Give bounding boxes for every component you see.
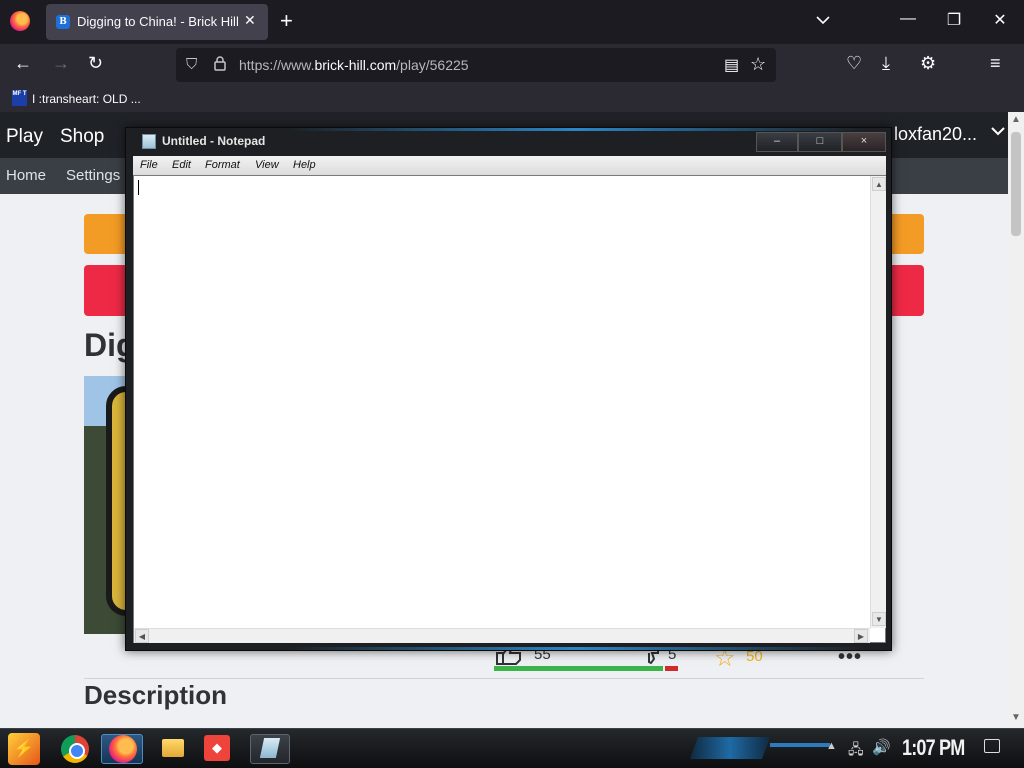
scroll-left-arrow-icon[interactable]: ◀ [135, 629, 149, 643]
tray-overflow-icon[interactable]: ▲ [826, 740, 837, 752]
notepad-maximize-button[interactable]: □ [798, 132, 842, 152]
notepad-window[interactable]: Untitled - Notepad – □ × File Edit Forma… [125, 127, 892, 651]
nav-shop-link[interactable]: Shop [60, 126, 104, 148]
taskbar-decoration [690, 737, 770, 759]
action-center-icon[interactable] [984, 739, 1000, 753]
menu-edit[interactable]: Edit [172, 159, 191, 171]
scroll-down-arrow-icon[interactable]: ▼ [1008, 712, 1024, 723]
extensions-icon[interactable]: ⚙ [920, 53, 936, 74]
nav-play-link[interactable]: Play [6, 126, 43, 148]
firefox-logo-icon[interactable] [10, 11, 30, 31]
forward-button[interactable]: → [52, 53, 70, 74]
file-explorer-icon[interactable] [162, 739, 184, 757]
window-glow [286, 128, 866, 131]
tab-bar: B Digging to China! - Brick Hill ✕ + — ❐… [0, 0, 1024, 44]
lock-icon[interactable] [214, 56, 226, 76]
bookmark-star-icon[interactable]: ☆ [750, 54, 766, 75]
notepad-title: Untitled - Notepad [162, 134, 266, 148]
tab-close-icon[interactable]: ✕ [244, 12, 256, 29]
bookmark-favicon-icon: MF T [12, 90, 27, 106]
description-heading: Description [84, 680, 228, 710]
window-glow [286, 647, 866, 650]
subnav-settings-link[interactable]: Settings [66, 167, 120, 184]
menu-file[interactable]: File [140, 159, 158, 171]
notepad-close-button[interactable]: × [842, 132, 886, 152]
rating-positive-bar [494, 666, 663, 671]
taskbar: ⚡ ◆ ▲ 🖧 🔊 1:07 PM [0, 728, 1024, 768]
url-text[interactable]: https://www.brick-hill.com/play/56225 [239, 57, 469, 73]
menu-help[interactable]: Help [293, 159, 316, 171]
url-bar[interactable]: ⛉ https://www.brick-hill.com/play/56225 … [176, 48, 776, 82]
subnav-home-link[interactable]: Home [6, 167, 46, 184]
notepad-menubar: File Edit Format View Help [133, 156, 886, 175]
notepad-text-area[interactable]: ▲ ▼ ◀ ▶ [133, 175, 886, 643]
scroll-down-arrow-icon[interactable]: ▼ [872, 612, 886, 626]
bookmarks-toolbar: MF T I :transheart: OLD ... [0, 86, 1024, 112]
reload-button[interactable]: ↻ [88, 53, 103, 74]
network-icon[interactable]: 🖧 [848, 739, 864, 763]
tab-list-chevron-icon[interactable] [816, 12, 830, 30]
pocket-icon[interactable]: ♡ [846, 53, 862, 74]
scroll-right-arrow-icon[interactable]: ▶ [854, 629, 868, 643]
tracking-shield-icon[interactable]: ⛉ [186, 56, 197, 73]
window-close-button[interactable]: ✕ [990, 10, 1010, 30]
tab-title: Digging to China! - Brick Hill [77, 14, 239, 29]
text-caret [138, 180, 139, 195]
notepad-minimize-button[interactable]: – [756, 132, 798, 152]
scroll-up-arrow-icon[interactable]: ▲ [872, 177, 886, 191]
anydesk-icon[interactable]: ◆ [204, 735, 230, 761]
clock[interactable]: 1:07 PM [902, 735, 965, 761]
volume-icon[interactable]: 🔊 [872, 738, 891, 756]
navigation-toolbar: ← → ↻ ⛉ https://www.brick-hill.com/play/… [0, 44, 1024, 86]
bookmark-item[interactable]: I :transheart: OLD ... [32, 92, 141, 106]
window-minimize-button[interactable]: — [898, 10, 918, 28]
reader-view-icon[interactable]: ▤ [724, 55, 739, 75]
chrome-icon[interactable] [61, 735, 89, 763]
app-menu-icon[interactable]: ≡ [990, 53, 1001, 74]
back-button[interactable]: ← [14, 53, 32, 74]
browser-tab[interactable]: B Digging to China! - Brick Hill ✕ [46, 4, 268, 40]
notepad-vertical-scrollbar[interactable]: ▲ ▼ [870, 176, 886, 628]
username-dropdown[interactable]: loxfan20... [894, 124, 977, 145]
notepad-icon [142, 134, 156, 149]
chevron-down-icon[interactable] [990, 124, 1006, 142]
rating-negative-bar [665, 666, 678, 671]
firefox-icon[interactable] [109, 735, 137, 763]
divider [84, 678, 924, 679]
menu-view[interactable]: View [255, 159, 279, 171]
scroll-up-arrow-icon[interactable]: ▲ [1008, 114, 1024, 125]
page-scrollbar-thumb[interactable] [1011, 132, 1021, 236]
brick-hill-favicon-icon: B [56, 15, 70, 29]
start-button[interactable]: ⚡ [8, 733, 40, 765]
notepad-horizontal-scrollbar[interactable]: ◀ ▶ [134, 628, 870, 643]
new-tab-button[interactable]: + [280, 9, 293, 33]
menu-format[interactable]: Format [205, 159, 240, 171]
downloads-icon[interactable]: ⤓ [882, 53, 890, 74]
taskbar-decoration [770, 743, 830, 747]
window-restore-button[interactable]: ❐ [944, 10, 964, 30]
